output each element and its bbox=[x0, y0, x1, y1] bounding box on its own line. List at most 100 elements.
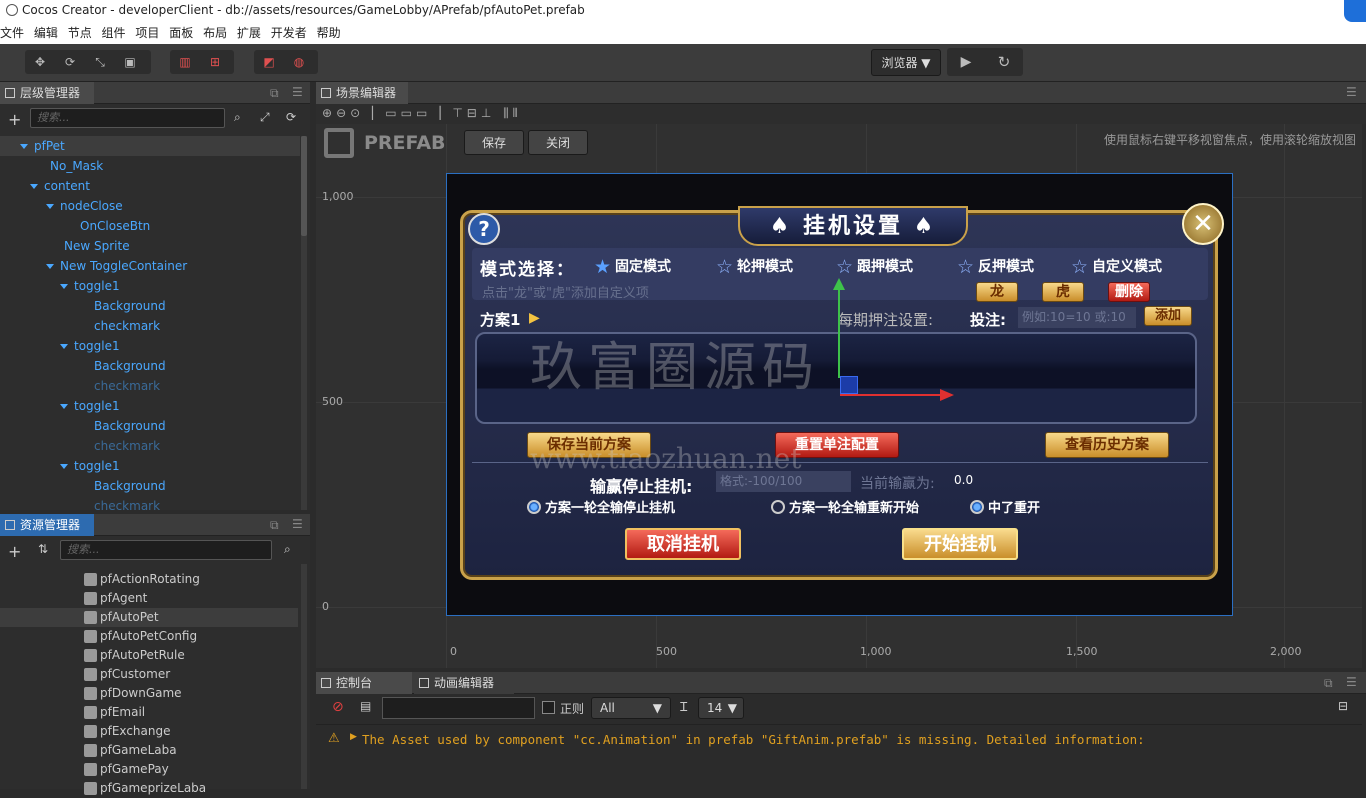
anchor-icon[interactable]: ⊞ bbox=[200, 50, 230, 74]
close-button[interactable]: 关闭 bbox=[528, 130, 588, 155]
view-history-button[interactable]: 查看历史方案 bbox=[1045, 432, 1169, 458]
regex-checkbox[interactable] bbox=[542, 701, 555, 714]
asset-item[interactable]: pfGamePay bbox=[0, 760, 298, 779]
asset-item[interactable]: pfEmail bbox=[0, 703, 298, 722]
sort-icon[interactable]: ⇅ bbox=[38, 542, 48, 556]
log-file-icon[interactable]: ▤ bbox=[360, 699, 371, 713]
hierarchy-scrollbar[interactable] bbox=[301, 136, 307, 510]
global-coord-icon[interactable]: ◍ bbox=[284, 50, 314, 74]
dragon-button[interactable]: 龙 bbox=[976, 282, 1018, 302]
hierarchy-scroll-thumb[interactable] bbox=[301, 136, 307, 236]
asset-item[interactable]: pfAutoPetConfig bbox=[0, 627, 298, 646]
menu-node[interactable]: 节点 bbox=[68, 22, 98, 44]
collapse-icon[interactable]: ⊟ bbox=[1338, 699, 1348, 713]
zoom-reset-icon[interactable]: ⊙ bbox=[350, 106, 364, 120]
menu-developer[interactable]: 开发者 bbox=[271, 22, 313, 44]
tree-node[interactable]: No_Mask bbox=[50, 156, 103, 176]
tree-node[interactable]: checkmark bbox=[94, 376, 160, 396]
mode-option[interactable]: ★ 固定模式 bbox=[594, 256, 671, 278]
save-button[interactable]: 保存 bbox=[464, 130, 524, 155]
cancel-auto-button[interactable]: 取消挂机 bbox=[625, 528, 741, 560]
asset-item[interactable]: pfActionRotating bbox=[0, 570, 298, 589]
popout-icon[interactable]: ⧉ bbox=[270, 518, 279, 533]
distribute-icon[interactable]: ⫼ bbox=[503, 106, 513, 120]
plan-arrow-icon[interactable]: ▶ bbox=[529, 310, 540, 326]
asset-item[interactable]: pfGameLaba bbox=[0, 741, 298, 760]
tree-node[interactable]: OnCloseBtn bbox=[80, 216, 150, 236]
asset-item[interactable]: pfAutoPetRule bbox=[0, 646, 298, 665]
tree-node[interactable]: toggle1 bbox=[60, 396, 120, 416]
menu-component[interactable]: 组件 bbox=[102, 22, 132, 44]
scale-tool-icon[interactable]: ⤡ bbox=[85, 50, 115, 74]
play-icon[interactable]: ▶ bbox=[947, 48, 985, 76]
tree-node[interactable]: nodeClose bbox=[46, 196, 123, 216]
popout-icon[interactable]: ⧉ bbox=[270, 86, 279, 101]
tree-node[interactable]: checkmark bbox=[94, 436, 160, 456]
distribute-h-icon[interactable]: ⫴ bbox=[513, 106, 522, 120]
tab-console[interactable]: 控制台 bbox=[316, 672, 412, 694]
menu-help[interactable]: 帮助 bbox=[317, 22, 347, 44]
clear-icon[interactable]: ⊘ bbox=[332, 699, 344, 715]
expand-arrow-icon[interactable] bbox=[60, 284, 68, 289]
rotate-tool-icon[interactable]: ⟳ bbox=[55, 50, 85, 74]
align-top-icon[interactable]: ⊤ bbox=[452, 106, 466, 120]
pivot-icon[interactable]: ▥ bbox=[170, 50, 200, 74]
expand-arrow-icon[interactable] bbox=[60, 344, 68, 349]
tree-node[interactable]: toggle1 bbox=[60, 336, 120, 356]
add-button[interactable]: 添加 bbox=[1144, 306, 1192, 326]
console-filter-input[interactable] bbox=[382, 697, 535, 719]
menu-project[interactable]: 项目 bbox=[135, 22, 165, 44]
option-restart[interactable]: 方案一轮全输重新开始 bbox=[771, 497, 919, 516]
expand-arrow-icon[interactable] bbox=[46, 204, 54, 209]
asset-item[interactable]: pfDownGame bbox=[0, 684, 298, 703]
asset-item[interactable]: pfExchange bbox=[0, 722, 298, 741]
assets-search-input[interactable]: 搜索... bbox=[60, 540, 272, 560]
tree-node[interactable]: Background bbox=[94, 296, 166, 316]
menu-panel[interactable]: 面板 bbox=[169, 22, 199, 44]
expand-arrow-icon[interactable] bbox=[60, 404, 68, 409]
add-asset-icon[interactable]: + bbox=[8, 542, 21, 561]
panel-menu-icon[interactable]: ☰ bbox=[292, 517, 303, 531]
tree-node[interactable]: pfPet bbox=[20, 136, 65, 156]
tree-node[interactable]: content bbox=[30, 176, 90, 196]
delete-button[interactable]: 删除 bbox=[1108, 282, 1150, 302]
align-left-icon[interactable]: ▏▭ bbox=[372, 106, 401, 120]
expand-icon[interactable]: ⤢ bbox=[260, 110, 270, 125]
browser-select[interactable]: 浏览器 ▼ bbox=[871, 49, 941, 76]
tab-animation[interactable]: 动画编辑器 bbox=[414, 672, 514, 694]
add-node-icon[interactable]: + bbox=[8, 110, 21, 129]
assets-scrollbar[interactable] bbox=[301, 564, 307, 789]
expand-arrow-icon[interactable] bbox=[30, 184, 38, 189]
refresh-icon[interactable]: ↻ bbox=[985, 48, 1023, 76]
align-bottom-icon[interactable]: ⊥ bbox=[481, 106, 495, 120]
bet-input[interactable]: 例如:10=10 或:10 bbox=[1018, 307, 1136, 328]
rect-tool-icon[interactable]: ▣ bbox=[115, 50, 145, 74]
tree-node[interactable]: toggle1 bbox=[60, 456, 120, 476]
tab-scene[interactable]: 场景编辑器 bbox=[316, 82, 408, 104]
align-right-icon[interactable]: ▭▕ bbox=[416, 106, 445, 120]
panel-menu-icon[interactable]: ☰ bbox=[1346, 675, 1357, 689]
expand-arrow-icon[interactable]: ▶ bbox=[350, 732, 357, 742]
tree-node[interactable]: Background bbox=[94, 356, 166, 376]
menu-edit[interactable]: 编辑 bbox=[34, 22, 64, 44]
expand-arrow-icon[interactable] bbox=[46, 264, 54, 269]
close-icon[interactable]: ✕ bbox=[1182, 203, 1224, 245]
hierarchy-search-input[interactable]: 搜索... bbox=[30, 108, 225, 128]
tree-node[interactable]: Background bbox=[94, 476, 166, 496]
font-size-select[interactable]: 14 ▼ bbox=[698, 697, 744, 719]
tiger-button[interactable]: 虎 bbox=[1042, 282, 1084, 302]
search-icon[interactable]: ⌕ bbox=[284, 542, 291, 557]
mode-option[interactable]: ☆ 自定义模式 bbox=[1071, 256, 1162, 278]
local-coord-icon[interactable]: ◩ bbox=[254, 50, 284, 74]
align-middle-icon[interactable]: ⊟ bbox=[467, 106, 481, 120]
tree-node[interactable]: toggle1 bbox=[60, 276, 120, 296]
zoom-out-icon[interactable]: ⊖ bbox=[336, 106, 350, 120]
start-auto-button[interactable]: 开始挂机 bbox=[902, 528, 1018, 560]
popout-icon[interactable]: ⧉ bbox=[1324, 676, 1333, 691]
tree-node[interactable]: New ToggleContainer bbox=[46, 256, 187, 276]
asset-item[interactable]: pfAutoPet bbox=[0, 608, 298, 627]
level-select[interactable]: All ▼ bbox=[591, 697, 671, 719]
zoom-in-icon[interactable]: ⊕ bbox=[322, 106, 336, 120]
refresh-icon[interactable]: ⟳ bbox=[286, 110, 296, 124]
asset-item[interactable]: pfAgent bbox=[0, 589, 298, 608]
